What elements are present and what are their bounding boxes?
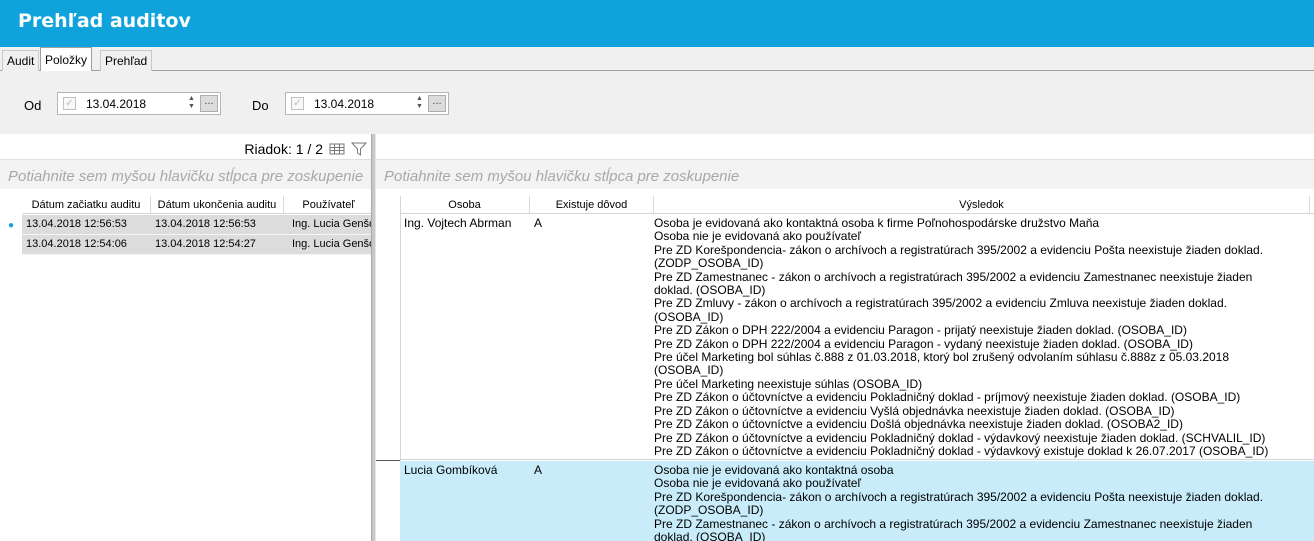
column-header-person[interactable]: Osoba	[400, 196, 530, 214]
title-bar: Prehľad auditov	[0, 0, 1314, 47]
result-line: Pre ZD Zamestnanec - zákon o archívoch a…	[654, 516, 1253, 531]
result-line: Osoba nie je evidovaná ako používateľ	[654, 229, 861, 244]
cell-start: 13.04.2018 12:56:53	[26, 218, 127, 230]
cell-end: 13.04.2018 12:56:53	[155, 218, 256, 230]
result-line: Pre ZD Zákon o účtovníctve a evidenciu P…	[654, 430, 1266, 445]
spin-updown-icon[interactable]: ▲ ▼	[185, 95, 198, 112]
result-line: Pre ZD Korešpondencia- zákon o archívoch…	[654, 489, 1264, 504]
result-line: Pre ZD Zákon o DPH 222/2004 a evidenciu …	[654, 323, 1187, 338]
result-pane: Potiahnite sem myšou hlavičku stĺpca pre…	[376, 134, 1314, 541]
row-counter: Riadok: 1 / 2	[244, 141, 367, 157]
result-line: Pre účel Marketing neexistuje súhlas (OS…	[654, 376, 923, 391]
result-line: Pre účel Marketing bol súhlas č.888 z 01…	[654, 350, 1230, 365]
table-row[interactable]: 13.04.2018 12:54:06 13.04.2018 12:54:27 …	[22, 235, 371, 255]
to-label: Do	[252, 98, 269, 113]
cell-reason: A	[534, 463, 543, 477]
to-date-value[interactable]: 13.04.2018	[314, 97, 374, 111]
result-line: (OSOBA_ID)	[654, 309, 724, 324]
cell-person: Lucia Gombíková	[404, 463, 498, 477]
result-line: Pre ZD Zákon o DPH 222/2004 a evidenciu …	[654, 336, 1193, 351]
cell-result: Osoba nie je evidovaná ako kontaktná oso…	[650, 461, 1314, 541]
to-date-picker[interactable]: ✓ 13.04.2018 ▲ ▼ ...	[285, 92, 449, 115]
checkbox-icon[interactable]: ✓	[63, 97, 76, 110]
row-counter-text: Riadok: 1 / 2	[244, 141, 323, 157]
from-date-picker[interactable]: ✓ 13.04.2018 ▲ ▼ ...	[57, 92, 221, 115]
row-indicator-icon: ●	[8, 220, 15, 231]
result-line: (ZODP_OSOBA_ID)	[654, 503, 764, 518]
filter-icon[interactable]	[351, 142, 367, 156]
grid-icon[interactable]	[329, 142, 345, 156]
tab-strip: Audit Položky Prehľad	[0, 47, 1314, 72]
result-line: Pre ZD Zmluvy - zákon o archívoch a regi…	[654, 296, 1227, 311]
group-by-area[interactable]: Potiahnite sem myšou hlavičku stĺpca pre…	[0, 159, 371, 189]
result-line: Pre ZD Korešpondencia- zákon o archívoch…	[654, 242, 1264, 257]
column-header-start[interactable]: Dátum začiatku auditu	[22, 196, 151, 214]
from-label: Od	[24, 98, 42, 113]
result-line: Osoba je evidovaná ako kontaktná osoba k…	[654, 216, 1100, 230]
column-header-reason[interactable]: Existuje dôvod	[530, 196, 654, 214]
cell-reason: A	[534, 216, 543, 230]
window-title: Prehľad auditov	[18, 10, 191, 32]
result-line: (ZODP_OSOBA_ID)	[654, 256, 764, 271]
audit-grid-header: Dátum začiatku auditu Dátum ukončenia au…	[22, 196, 371, 214]
checkbox-icon[interactable]: ✓	[291, 97, 304, 110]
result-line: Pre ZD Zákon o účtovníctve a evidenciu D…	[654, 417, 1183, 432]
date-filter-bar: Od ✓ 13.04.2018 ▲ ▼ ... Do ✓ 13.04.2018 ▲…	[0, 71, 1314, 134]
cell-user: Ing. Lucia Genšorová	[292, 218, 371, 230]
from-date-browse-button[interactable]: ...	[200, 95, 218, 112]
tab-polozky[interactable]: Položky	[40, 47, 93, 72]
result-line: Pre ZD Zákon o účtovníctve a evidenciu P…	[654, 443, 1269, 458]
column-header-user[interactable]: Používateľ	[284, 196, 371, 214]
cell-start: 13.04.2018 12:54:06	[26, 238, 127, 250]
result-line: Osoba nie je evidovaná ako používateľ	[654, 476, 861, 491]
result-line: Osoba nie je evidovaná ako kontaktná oso…	[654, 463, 894, 477]
result-line: Pre ZD Zákon o účtovníctve a evidenciu V…	[654, 403, 1175, 418]
cell-result: Osoba je evidovaná ako kontaktná osoba k…	[650, 214, 1314, 458]
table-row[interactable]: 13.04.2018 12:56:53 13.04.2018 12:56:53 …	[22, 215, 371, 235]
to-date-browse-button[interactable]: ...	[428, 95, 446, 112]
audit-list-pane: Riadok: 1 / 2 Potiahnite sem myšou hlavi…	[0, 134, 371, 541]
column-header-end[interactable]: Dátum ukončenia auditu	[151, 196, 284, 214]
cell-end: 13.04.2018 12:54:27	[155, 238, 256, 250]
column-header-result[interactable]: Výsledok	[654, 196, 1310, 214]
result-line: (OSOBA_ID)	[654, 363, 724, 378]
spin-updown-icon[interactable]: ▲ ▼	[413, 95, 426, 112]
table-row-selected[interactable]: Lucia Gombíková A Osoba nie je evidovaná…	[400, 461, 1314, 541]
row-focus-marker	[376, 460, 400, 461]
result-line: doklad. (OSOBA_ID)	[654, 530, 766, 541]
from-date-value[interactable]: 13.04.2018	[86, 97, 146, 111]
result-line: Pre ZD Zamestnanec - zákon o archívoch a…	[654, 269, 1253, 284]
group-by-area[interactable]: Potiahnite sem myšou hlavičku stĺpca pre…	[376, 159, 1314, 189]
result-grid-header: Osoba Existuje dôvod Výsledok	[400, 196, 1314, 214]
result-line: doklad. (OSOBA_ID)	[654, 283, 766, 298]
tab-prehlad[interactable]: Prehľad	[100, 50, 153, 71]
cell-person: Ing. Vojtech Abrman	[404, 216, 512, 230]
result-line: Pre ZD Zákon o účtovníctve a evidenciu P…	[654, 390, 1241, 405]
table-row[interactable]: Ing. Vojtech Abrman A Osoba je evidovaná…	[400, 214, 1314, 460]
tab-audit[interactable]: Audit	[2, 50, 40, 71]
cell-user: Ing. Lucia Genšorová	[292, 238, 371, 250]
